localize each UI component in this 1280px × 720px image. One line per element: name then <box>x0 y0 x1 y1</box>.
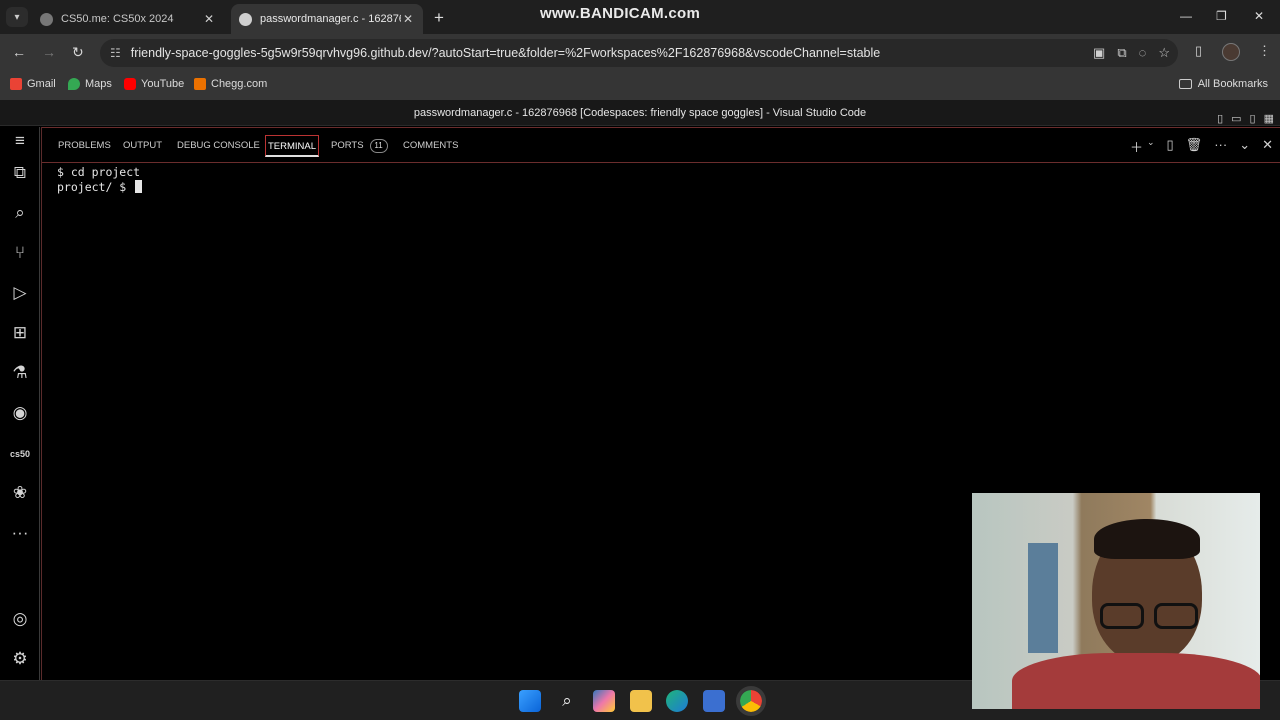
tab-comments[interactable]: COMMENTS <box>401 135 460 157</box>
side-panel-icon[interactable]: ▯ <box>1195 43 1202 59</box>
github-icon <box>239 12 252 26</box>
chrome-menu-icon[interactable]: ⋮ <box>1258 43 1271 59</box>
cs50-icon[interactable]: cs50 <box>0 449 40 459</box>
search-icon[interactable]: ⌕ <box>0 203 40 223</box>
prompt-text: project/ $ <box>57 180 134 194</box>
file-explorer-icon[interactable] <box>630 690 652 712</box>
tab-title: CS50.me: CS50x 2024 <box>61 13 174 25</box>
vscode-title-bar: passwordmanager.c - 162876968 [Codespace… <box>0 100 1280 126</box>
source-control-icon[interactable]: ⑂ <box>0 243 40 263</box>
terminal-line: $ cd project <box>57 165 141 179</box>
youtube-icon <box>124 78 136 90</box>
all-bookmarks-label: All Bookmarks <box>1197 78 1268 90</box>
bookmark-label: YouTube <box>141 78 185 90</box>
explorer-icon[interactable]: ⧉ <box>0 163 40 183</box>
install-app-icon[interactable]: ⧉ <box>1117 45 1126 61</box>
tab-problems[interactable]: PROBLEMS <box>56 135 113 157</box>
split-terminal-icon[interactable]: ▯ <box>1167 137 1174 156</box>
browser-toolbar: ← → ↻ ☷ friendly-space-goggles-5g5w9r59q… <box>0 34 1280 72</box>
terminal-output[interactable]: $ cd project project/ $ <box>57 165 143 195</box>
globe-icon <box>40 12 53 26</box>
windows-start-icon[interactable] <box>519 690 541 712</box>
profile-avatar[interactable] <box>1222 43 1240 61</box>
account-icon[interactable]: ◎ <box>0 609 40 629</box>
github-icon[interactable]: ◉ <box>0 403 40 423</box>
webcam-overlay <box>972 493 1260 709</box>
terminal-cursor <box>135 180 143 193</box>
window-title: passwordmanager.c - 162876968 [Codespace… <box>413 107 867 119</box>
reload-icon[interactable]: ↻ <box>72 44 84 61</box>
more-icon[interactable]: ··· <box>0 523 40 543</box>
tab-title: passwordmanager.c - 16287696 <box>260 13 401 25</box>
new-tab-button[interactable]: + <box>434 8 444 28</box>
activity-bar: ≡ ⧉ ⌕ ⑂ ▷ ⊞ ⚗ ◉ cs50 ❀ ··· ◎ ⚙ <box>0 127 40 680</box>
folder-icon <box>1178 79 1192 89</box>
eye-off-icon[interactable]: ◌ <box>1139 45 1147 61</box>
bookmark-label: Maps <box>85 78 112 90</box>
browser-tab-cs50[interactable]: CS50.me: CS50x 2024 ✕ <box>32 4 224 34</box>
chrome-icon[interactable] <box>736 686 766 716</box>
chevron-down-icon[interactable]: ⌄ <box>1239 137 1250 156</box>
trash-icon[interactable]: 🗑 <box>1186 137 1203 156</box>
browser-tab-strip: ▾ CS50.me: CS50x 2024 ✕ passwordmanager.… <box>0 0 1280 34</box>
browser-tab-passwordmanager[interactable]: passwordmanager.c - 16287696 ✕ <box>231 4 423 34</box>
edge-icon[interactable] <box>666 690 688 712</box>
bookmark-label: Gmail <box>27 78 56 90</box>
panel-tab-bar: PROBLEMS OUTPUT DEBUG CONSOLE TERMINAL P… <box>42 127 1280 163</box>
close-panel-icon[interactable]: ✕ <box>1262 137 1273 156</box>
more-actions-icon[interactable]: ··· <box>1214 137 1227 156</box>
tab-ports[interactable]: PORTS 11 <box>329 135 390 157</box>
taskbar-search-icon[interactable]: ⌕ <box>556 690 578 712</box>
new-terminal-icon[interactable]: ＋ <box>1130 137 1143 156</box>
tab-debug-console[interactable]: DEBUG CONSOLE <box>175 135 262 157</box>
bookmark-chegg[interactable]: Chegg.com <box>194 78 267 90</box>
url-text: friendly-space-goggles-5g5w9r59qrvhvg96.… <box>130 46 881 60</box>
minimize-icon[interactable]: — <box>1180 9 1192 23</box>
copilot-icon[interactable] <box>593 690 615 712</box>
store-icon[interactable] <box>703 690 725 712</box>
gear-icon[interactable]: ⚙ <box>0 649 40 669</box>
duck-icon[interactable]: ❀ <box>0 483 40 503</box>
maps-icon <box>68 78 80 90</box>
bookmark-youtube[interactable]: YouTube <box>124 78 184 90</box>
chevron-down-icon[interactable]: ⌄ <box>1147 137 1155 156</box>
close-tab-icon[interactable]: ✕ <box>401 12 415 26</box>
tab-terminal[interactable]: TERMINAL <box>265 135 320 157</box>
bookmark-gmail[interactable]: Gmail <box>10 78 56 90</box>
tab-search-chevron-icon[interactable]: ▾ <box>6 7 28 27</box>
tab-ports-label: PORTS <box>331 140 364 151</box>
site-info-icon[interactable]: ☷ <box>110 46 121 60</box>
extensions-icon[interactable]: ⊞ <box>0 323 40 343</box>
bookmark-maps[interactable]: Maps <box>68 78 112 90</box>
close-tab-icon[interactable]: ✕ <box>202 12 216 26</box>
bookmarks-bar: Gmail Maps YouTube Chegg.com All Bookmar… <box>0 72 1280 100</box>
clipboard-icon[interactable]: ▣ <box>1093 45 1105 61</box>
forward-icon[interactable]: → <box>42 44 56 60</box>
run-debug-icon[interactable]: ▷ <box>0 283 40 303</box>
bandicam-watermark: www.BANDICAM.com <box>540 5 701 22</box>
tab-output[interactable]: OUTPUT <box>121 135 164 157</box>
bookmark-star-icon[interactable]: ☆ <box>1158 45 1170 61</box>
menu-icon[interactable]: ≡ <box>0 131 40 151</box>
bookmark-label: Chegg.com <box>211 78 268 90</box>
terminal-line-prompt: project/ $ <box>57 180 143 195</box>
all-bookmarks-button[interactable]: All Bookmarks <box>1178 78 1268 90</box>
testing-flask-icon[interactable]: ⚗ <box>0 363 40 383</box>
restore-icon[interactable]: ❐ <box>1216 9 1227 23</box>
address-bar[interactable]: ☷ friendly-space-goggles-5g5w9r59qrvhvg9… <box>100 39 1178 67</box>
back-icon[interactable]: ← <box>12 44 26 60</box>
gmail-icon <box>10 78 22 90</box>
ports-count-badge: 11 <box>369 139 388 153</box>
close-window-icon[interactable]: ✕ <box>1254 9 1264 23</box>
chegg-icon <box>194 78 206 90</box>
